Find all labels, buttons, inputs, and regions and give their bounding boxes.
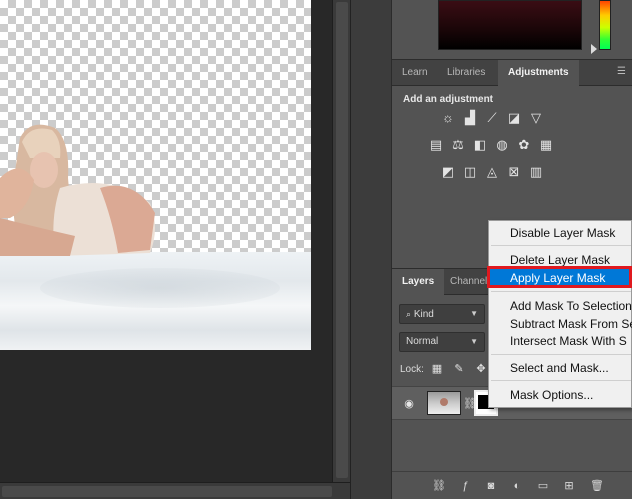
canvas-horizontal-scrollbar[interactable] [0, 482, 350, 499]
document-canvas[interactable] [0, 0, 311, 350]
layer-mask-context-menu: Disable Layer Mask Delete Layer Mask App… [488, 220, 632, 408]
lock-image-pixels-icon[interactable]: ✎ [452, 362, 466, 376]
menu-item-select-and-mask[interactable]: Select and Mask... [489, 359, 632, 377]
layer-thumbnail[interactable] [427, 391, 461, 415]
adjustments-tab-bar: Learn Libraries Adjustments ☰ [392, 59, 632, 86]
highlight-callout-box [487, 266, 632, 288]
menu-separator [491, 245, 631, 246]
layer-filter-kind-select[interactable]: ⌕ Kind ▼ [399, 304, 485, 324]
canvas-area[interactable] [0, 0, 332, 482]
menu-item-subtract-mask-from-selection[interactable]: Subtract Mask From Se [489, 315, 632, 333]
layer-style-fx-icon[interactable]: ƒ [458, 479, 472, 493]
levels-icon[interactable]: ▟ [462, 110, 478, 126]
chevron-down-icon: ▼ [470, 337, 478, 346]
black-white-icon[interactable]: ◧ [472, 137, 488, 153]
color-lookup-icon[interactable]: ▦ [538, 137, 554, 153]
blend-mode-select[interactable]: Normal ▼ [399, 332, 485, 352]
canvas-vertical-scrollbar[interactable] [332, 0, 350, 482]
menu-item-disable-layer-mask[interactable]: Disable Layer Mask [489, 224, 632, 242]
menu-item-intersect-mask-with-selection[interactable]: Intersect Mask With S [489, 332, 632, 350]
tab-libraries[interactable]: Libraries [437, 60, 495, 86]
menu-separator [491, 354, 631, 355]
adjustment-layer-icon[interactable]: ◐ [510, 479, 524, 493]
trash-icon[interactable]: 🗑 [590, 479, 604, 493]
tab-learn[interactable]: Learn [392, 60, 438, 86]
brightness-icon[interactable]: ☼ [440, 110, 456, 126]
threshold-icon[interactable]: ◬ [484, 164, 500, 180]
exposure-icon[interactable]: ◪ [506, 110, 522, 126]
menu-item-add-mask-to-selection[interactable]: Add Mask To Selection [489, 297, 632, 315]
tab-layers[interactable]: Layers [392, 269, 445, 295]
color-picker-field[interactable] [438, 0, 582, 50]
color-balance-icon[interactable]: ⚖ [450, 137, 466, 153]
blend-mode-value: Normal [406, 336, 439, 347]
vertical-scroll-thumb[interactable] [336, 2, 348, 478]
woman-figure-image [0, 124, 156, 256]
search-icon: ⌕ [406, 309, 412, 319]
tab-adjustments[interactable]: Adjustments [498, 60, 579, 86]
photoshop-workspace: Learn Libraries Adjustments ☰ Add an adj… [0, 0, 632, 499]
lock-transparent-pixels-icon[interactable]: ▦ [430, 362, 444, 376]
menu-separator [491, 380, 631, 381]
horizontal-scroll-thumb[interactable] [2, 486, 332, 497]
hue-saturation-icon[interactable]: ▤ [428, 137, 444, 153]
new-layer-icon[interactable]: ⊞ [562, 479, 576, 493]
bed-sheet-shadow [40, 268, 280, 308]
selective-color-icon[interactable]: ⊠ [506, 164, 522, 180]
visibility-eye-icon[interactable]: ◉ [402, 397, 416, 411]
curves-icon[interactable]: ⟋ [484, 110, 500, 126]
lock-position-icon[interactable]: ✥ [474, 362, 488, 376]
invert-icon[interactable]: ◩ [440, 164, 456, 180]
collapsed-panel-dock [350, 0, 391, 499]
adjustments-heading: Add an adjustment [403, 94, 494, 105]
thumbnail-subject [440, 398, 448, 406]
hue-slider[interactable] [599, 0, 611, 50]
link-layers-icon[interactable]: ⛓ [432, 479, 446, 493]
layers-bottom-toolbar: ⛓ ƒ ◙ ◐ ▭ ⊞ 🗑 [392, 471, 632, 499]
panel-menu-icon[interactable]: ☰ [617, 67, 627, 77]
vibrance-icon[interactable]: ▽ [528, 110, 544, 126]
chevron-down-icon: ▼ [470, 309, 478, 318]
add-mask-icon[interactable]: ◙ [484, 479, 498, 493]
lock-label: Lock: [400, 364, 424, 375]
hue-slider-marker[interactable] [591, 44, 597, 54]
gradient-map-icon[interactable]: ▥ [528, 164, 544, 180]
new-group-icon[interactable]: ▭ [536, 479, 550, 493]
menu-item-mask-options[interactable]: Mask Options... [489, 386, 632, 404]
layer-filter-kind-value: Kind [413, 309, 434, 320]
posterize-icon[interactable]: ◫ [462, 164, 478, 180]
photo-filter-icon[interactable]: ◍ [494, 137, 510, 153]
mask-link-icon[interactable]: ⛓ [463, 396, 477, 412]
color-panel [392, 0, 632, 58]
menu-separator [491, 291, 631, 292]
channel-mixer-icon[interactable]: ✿ [516, 137, 532, 153]
